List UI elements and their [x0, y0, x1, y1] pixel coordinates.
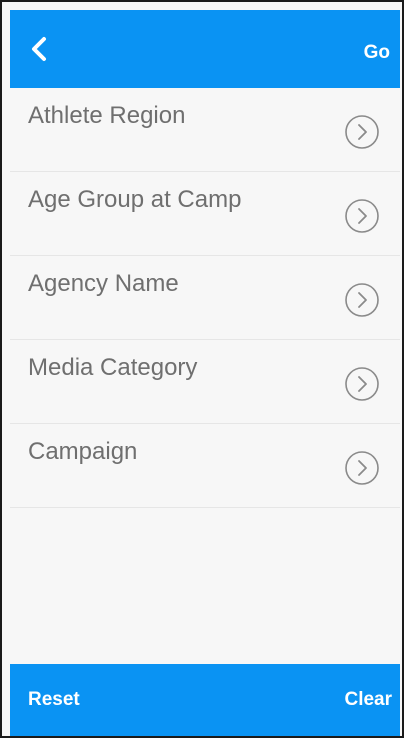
list-item-label: Campaign — [28, 438, 138, 465]
chevron-right-circle-icon[interactable] — [344, 450, 380, 486]
app-frame: Go Athlete Region Age Group at Camp Agen… — [0, 0, 404, 738]
top-bar: Go — [10, 10, 400, 88]
list-item-label: Media Category — [28, 354, 198, 381]
list-item-athlete-region[interactable]: Athlete Region — [10, 88, 400, 172]
list-item-campaign[interactable]: Campaign — [10, 424, 400, 508]
bottom-bar: Reset Clear — [10, 664, 400, 736]
reset-button[interactable]: Reset — [28, 689, 80, 711]
chevron-right-circle-icon[interactable] — [344, 198, 380, 234]
list-item-label: Agency Name — [28, 270, 179, 297]
list-item-media-category[interactable]: Media Category — [10, 340, 400, 424]
list-item-age-group[interactable]: Age Group at Camp — [10, 172, 400, 256]
filter-list: Athlete Region Age Group at Camp Agency … — [10, 88, 400, 508]
back-chevron-icon[interactable] — [30, 36, 48, 62]
clear-button[interactable]: Clear — [344, 689, 392, 711]
chevron-right-circle-icon[interactable] — [344, 282, 380, 318]
go-button[interactable]: Go — [364, 42, 390, 64]
list-item-label: Athlete Region — [28, 102, 186, 129]
list-item-agency-name[interactable]: Agency Name — [10, 256, 400, 340]
chevron-right-circle-icon[interactable] — [344, 114, 380, 150]
chevron-right-circle-icon[interactable] — [344, 366, 380, 402]
list-item-label: Age Group at Camp — [28, 186, 242, 213]
